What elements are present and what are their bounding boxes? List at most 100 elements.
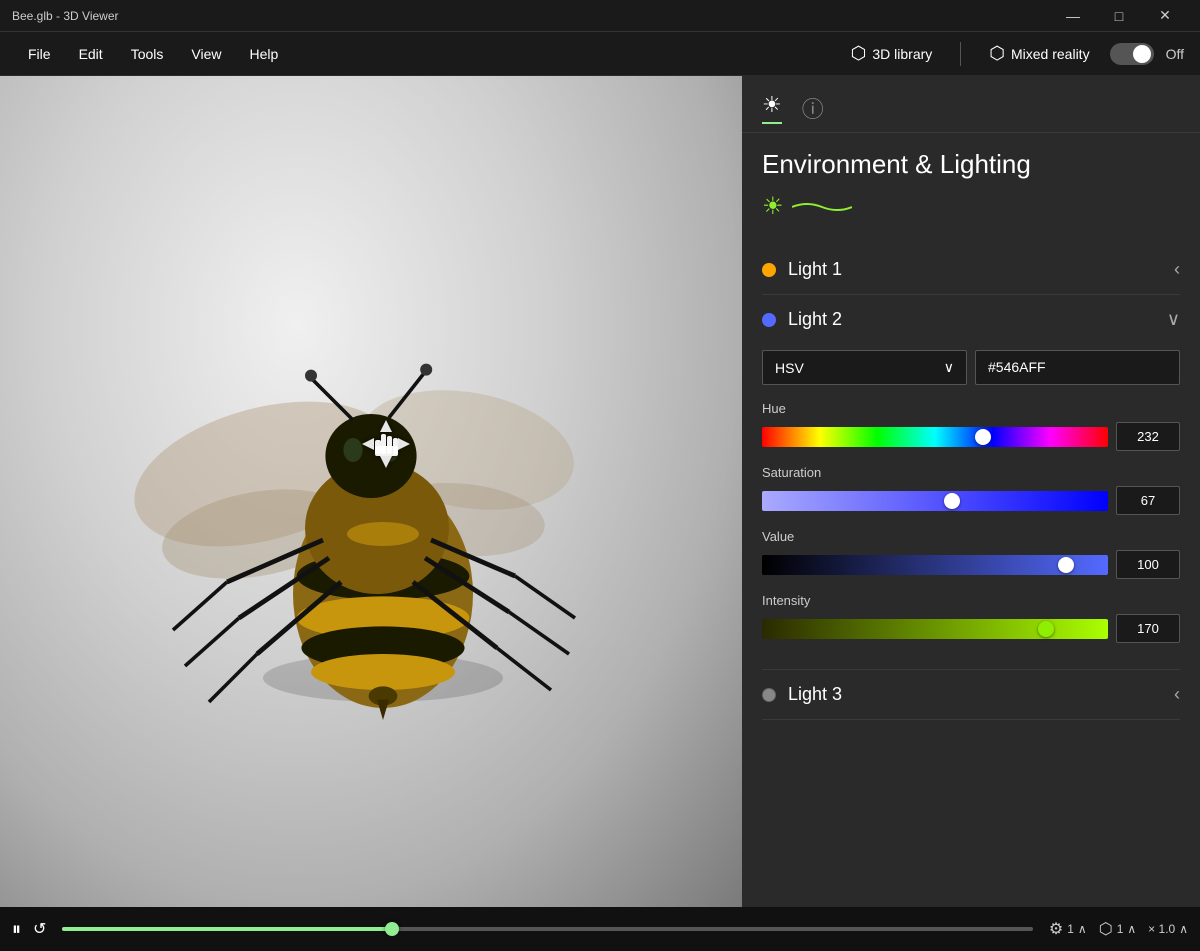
color-hex-input[interactable]: #546AFF <box>975 350 1180 385</box>
toggle-knob <box>1133 45 1151 63</box>
light-2-name: Light 2 <box>788 309 842 330</box>
value-slider-row: Value <box>762 529 1180 579</box>
scene-count: 1 <box>1117 922 1124 936</box>
bee-container <box>0 76 742 907</box>
speed-label: × 1.0 <box>1148 922 1175 936</box>
3d-library-icon: ⬡ <box>851 43 867 64</box>
intensity-thumb[interactable] <box>1038 621 1054 637</box>
mixed-reality-label: Mixed reality <box>1011 46 1090 62</box>
color-mode-row: HSV ∨ #546AFF <box>762 350 1180 385</box>
light-2-dot <box>762 313 776 327</box>
pause-button[interactable]: ⏸ <box>12 919 21 940</box>
animation-counter[interactable]: ⚙ 1 ∧ <box>1049 919 1087 939</box>
saturation-value[interactable] <box>1116 486 1180 515</box>
scene-counter[interactable]: ⬡ 1 ∧ <box>1099 919 1136 939</box>
sun-decoration-icon: ☀ <box>762 192 784 221</box>
saturation-slider-row: Saturation <box>762 465 1180 515</box>
value-thumb[interactable] <box>1058 557 1074 573</box>
light-1-dot <box>762 263 776 277</box>
scene-icon: ⬡ <box>1099 919 1113 939</box>
sun-icon: ☀ <box>762 92 782 118</box>
hue-label: Hue <box>762 401 1180 416</box>
light-2-row[interactable]: Light 2 ∨ <box>762 295 1180 338</box>
window-controls: — □ ✕ <box>1050 0 1188 32</box>
light-1-row[interactable]: Light 1 ‹ <box>762 245 1180 295</box>
light-2-section: Light 2 ∨ HSV ∨ #546AFF <box>762 295 1180 670</box>
saturation-label: Saturation <box>762 465 1180 480</box>
light-3-row[interactable]: Light 3 ‹ <box>762 670 1180 720</box>
animation-count: 1 <box>1067 922 1074 936</box>
saturation-control <box>762 486 1180 515</box>
light-1-name: Light 1 <box>788 259 842 280</box>
value-value[interactable] <box>1116 550 1180 579</box>
progress-track[interactable] <box>62 927 1032 931</box>
menu-help[interactable]: Help <box>237 40 290 68</box>
animation-chevron: ∧ <box>1078 922 1087 936</box>
progress-fill <box>62 927 392 931</box>
panel-title: Environment & Lighting <box>762 149 1180 180</box>
intensity-slider-row: Intensity <box>762 593 1180 643</box>
panel-header: ☀ ⓘ <box>742 76 1200 133</box>
light-2-left: Light 2 <box>762 309 842 330</box>
light-3-name: Light 3 <box>788 684 842 705</box>
value-track[interactable] <box>762 555 1108 575</box>
light-1-chevron: ‹ <box>1174 259 1180 280</box>
animation-icon: ⚙ <box>1049 919 1063 939</box>
panel-title-section: Environment & Lighting ☀ <box>742 133 1200 237</box>
menu-file[interactable]: File <box>16 40 63 68</box>
saturation-thumb[interactable] <box>944 493 960 509</box>
color-mode-value: HSV <box>775 360 804 376</box>
refresh-button[interactable]: ↺ <box>33 919 46 939</box>
3d-library-button[interactable]: ⬡ 3D library <box>843 39 941 68</box>
hex-value: #546AFF <box>988 359 1046 375</box>
menu-view[interactable]: View <box>179 40 233 68</box>
intensity-value[interactable] <box>1116 614 1180 643</box>
close-button[interactable]: ✕ <box>1142 0 1188 32</box>
toggle-state-label: Off <box>1166 46 1184 62</box>
viewport[interactable] <box>0 76 742 907</box>
color-mode-select[interactable]: HSV ∨ <box>762 350 967 385</box>
intensity-track[interactable] <box>762 619 1108 639</box>
light-1-left: Light 1 <box>762 259 842 280</box>
window-title: Bee.glb - 3D Viewer <box>12 9 119 23</box>
tab-underline <box>762 122 782 124</box>
light-3-chevron: ‹ <box>1174 684 1180 705</box>
lights-section: Light 1 ‹ Light 2 ∨ <box>742 237 1200 728</box>
mixed-reality-button[interactable]: ⬡ Mixed reality <box>981 39 1097 68</box>
intensity-label: Intensity <box>762 593 1180 608</box>
scene-chevron: ∧ <box>1127 922 1136 936</box>
hue-control <box>762 422 1180 451</box>
minimize-button[interactable]: — <box>1050 0 1096 32</box>
maximize-button[interactable]: □ <box>1096 0 1142 32</box>
bee-model <box>71 222 671 762</box>
menu-separator <box>960 42 961 66</box>
tab-lighting[interactable]: ☀ <box>762 92 782 124</box>
menu-items: File Edit Tools View Help <box>16 40 843 68</box>
hue-thumb[interactable] <box>975 429 991 445</box>
panel-decoration: ☀ <box>762 192 1180 221</box>
3d-library-label: 3D library <box>872 46 932 62</box>
menu-edit[interactable]: Edit <box>67 40 115 68</box>
right-panel: ☀ ⓘ Environment & Lighting ☀ Light 1 <box>742 76 1200 907</box>
light-2-expanded: HSV ∨ #546AFF Hue <box>762 338 1180 670</box>
speed-control[interactable]: × 1.0 ∧ <box>1148 922 1188 936</box>
saturation-track[interactable] <box>762 491 1108 511</box>
menu-bar: File Edit Tools View Help ⬡ 3D library ⬡… <box>0 32 1200 76</box>
hue-track[interactable] <box>762 427 1108 447</box>
intensity-control <box>762 614 1180 643</box>
color-mode-chevron: ∨ <box>944 359 954 376</box>
title-bar: Bee.glb - 3D Viewer — □ ✕ <box>0 0 1200 32</box>
main-area: ☀ ⓘ Environment & Lighting ☀ Light 1 <box>0 76 1200 907</box>
value-label: Value <box>762 529 1180 544</box>
hue-slider-row: Hue <box>762 401 1180 451</box>
tab-info[interactable]: ⓘ <box>798 92 828 124</box>
mixed-reality-toggle[interactable] <box>1110 43 1154 65</box>
playback-right: ⚙ 1 ∧ ⬡ 1 ∧ × 1.0 ∧ <box>1049 919 1188 939</box>
menu-tools[interactable]: Tools <box>119 40 176 68</box>
light-2-chevron: ∨ <box>1167 309 1180 330</box>
playback-bar: ⏸ ↺ ⚙ 1 ∧ ⬡ 1 ∧ × 1.0 ∧ <box>0 907 1200 951</box>
value-control <box>762 550 1180 579</box>
light-3-dot <box>762 688 776 702</box>
hue-value[interactable] <box>1116 422 1180 451</box>
progress-thumb[interactable] <box>385 922 399 936</box>
